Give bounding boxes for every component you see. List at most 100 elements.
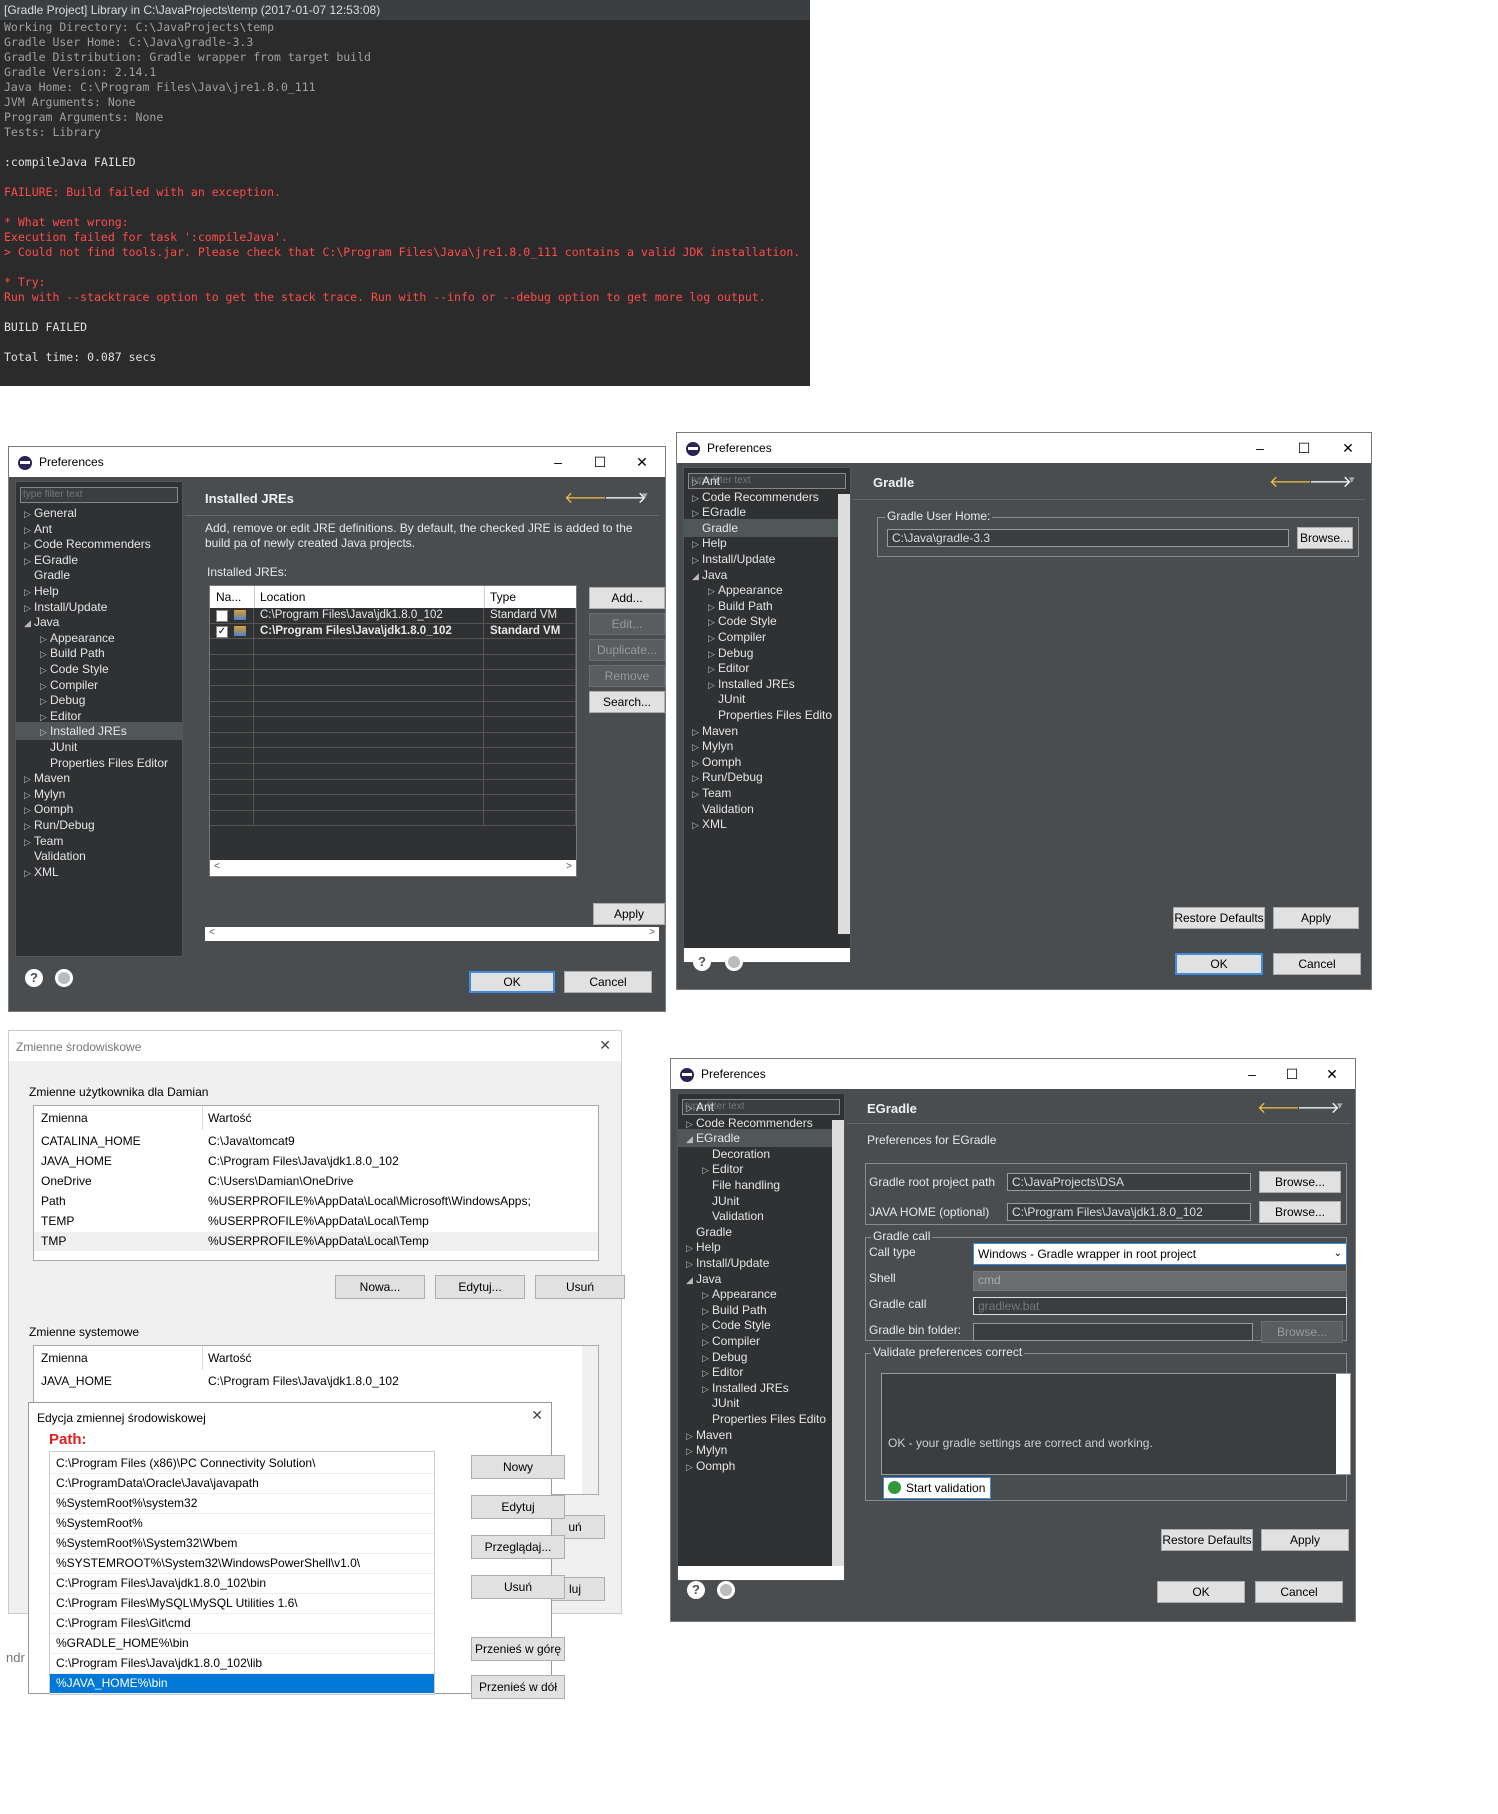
apply-button[interactable]: Apply: [1273, 907, 1359, 929]
horizontal-scrollbar[interactable]: < >: [210, 860, 576, 876]
checkbox[interactable]: [216, 610, 228, 622]
var-row[interactable]: CATALINA_HOME C:\Java\tomcat9: [34, 1132, 598, 1151]
vertical-scrollbar[interactable]: [838, 494, 850, 934]
ok-button[interactable]: OK: [1157, 1581, 1245, 1603]
java-home-browse-button[interactable]: Browse...: [1259, 1201, 1341, 1223]
help-icon[interactable]: ?: [693, 953, 711, 971]
jre-table[interactable]: Na... Location Type C:\Program Files\Jav…: [209, 585, 577, 877]
path-entry[interactable]: %SystemRoot%\system32: [50, 1494, 434, 1514]
user-vars-button-1[interactable]: Edytuj...: [435, 1275, 525, 1299]
jre-duplicate-button[interactable]: Duplicate...: [589, 639, 665, 661]
shell-select[interactable]: cmd: [973, 1271, 1347, 1291]
path-entry[interactable]: C:\Program Files\Java\jdk1.8.0_102\lib: [50, 1654, 434, 1674]
import-export-icon[interactable]: [55, 969, 73, 987]
help-icon[interactable]: ?: [687, 1581, 705, 1599]
column-header-location[interactable]: Location: [260, 590, 305, 604]
restore-defaults-button[interactable]: Restore Defaults: [1173, 907, 1265, 929]
table-row[interactable]: [210, 654, 576, 671]
filter-input[interactable]: type filter text: [20, 487, 178, 503]
table-row[interactable]: [210, 779, 576, 796]
jre-add-button[interactable]: Add...: [589, 587, 665, 609]
path-entry[interactable]: C:\Program Files\Java\jdk1.8.0_102\bin: [50, 1574, 434, 1594]
back-arrow-icon[interactable]: 🡐: [1269, 471, 1312, 492]
bin-folder-input[interactable]: [973, 1323, 1253, 1341]
table-row[interactable]: C:\Program Files\Java\jdk1.8.0_102 Standa…: [210, 608, 576, 624]
preferences-tree[interactable]: type filter text ▷ General ▷ Ant ▷ Code Recom…: [15, 481, 183, 957]
collapsed-arrow-icon[interactable]: ▷: [24, 864, 34, 882]
user-vars-button-2[interactable]: Usuń: [535, 1275, 625, 1299]
preferences-tree[interactable]: type filter text ▷ Ant ▷ Code Recommenders ◢…: [677, 1093, 845, 1581]
view-menu-icon[interactable]: ▾: [1337, 1099, 1343, 1112]
tree-item[interactable]: ▷ Oomph: [678, 1457, 844, 1475]
jre-edit-button[interactable]: Edit...: [589, 613, 665, 635]
path-button-3[interactable]: Usuń: [471, 1575, 565, 1599]
close-icon[interactable]: ✕: [1337, 437, 1359, 459]
var-row[interactable]: TEMP %USERPROFILE%\AppData\Local\Temp: [34, 1212, 598, 1231]
ok-button[interactable]: OK: [1175, 953, 1263, 975]
start-validation-button[interactable]: Start validation: [883, 1477, 991, 1499]
validation-output[interactable]: OK - your gradle settings are correct an…: [881, 1373, 1351, 1475]
forward-arrow-icon[interactable]: 🡒: [1297, 1097, 1340, 1118]
vertical-scrollbar[interactable]: [1336, 1374, 1350, 1474]
root-path-browse-button[interactable]: Browse...: [1259, 1171, 1341, 1193]
jre-remove-button[interactable]: Remove: [589, 665, 665, 687]
column-header-variable[interactable]: Zmienna: [41, 1111, 88, 1125]
apply-button[interactable]: Apply: [593, 903, 665, 925]
path-button-0[interactable]: Nowy: [471, 1455, 565, 1479]
path-entry[interactable]: %GRADLE_HOME%\bin: [50, 1634, 434, 1654]
column-header-value[interactable]: Wartość: [208, 1111, 252, 1125]
var-row[interactable]: JAVA_HOME C:\Program Files\Java\jdk1.8.0_…: [34, 1372, 598, 1391]
column-header-value[interactable]: Wartość: [208, 1351, 252, 1365]
path-button-5[interactable]: Przenieś w dół: [471, 1675, 565, 1699]
path-button-1[interactable]: Edytuj: [471, 1495, 565, 1519]
path-entry[interactable]: %JAVA_HOME%\bin: [50, 1674, 434, 1694]
minimize-icon[interactable]: –: [1241, 1063, 1263, 1085]
cancel-button[interactable]: Cancel: [1255, 1581, 1343, 1603]
browse-button[interactable]: Browse...: [1297, 527, 1353, 549]
path-entries-list[interactable]: C:\Program Files (x86)\PC Connectivity S…: [49, 1451, 435, 1695]
table-row[interactable]: [210, 764, 576, 780]
maximize-icon[interactable]: ☐: [1293, 437, 1315, 459]
table-row[interactable]: [210, 639, 576, 655]
forward-arrow-icon[interactable]: 🡒: [1309, 471, 1352, 492]
cancel-button[interactable]: Cancel: [1273, 953, 1361, 975]
import-export-icon[interactable]: [725, 953, 743, 971]
table-row[interactable]: [210, 717, 576, 733]
minimize-icon[interactable]: –: [1249, 437, 1271, 459]
table-row[interactable]: [210, 795, 576, 811]
table-row[interactable]: [210, 732, 576, 749]
user-vars-list[interactable]: Zmienna Wartość CATALINA_HOME C:\Java\tom…: [33, 1105, 599, 1261]
back-arrow-icon[interactable]: 🡐: [1257, 1097, 1300, 1118]
preferences-tree[interactable]: type filter text ▷ Ant ▷ Code Recommenders ▷…: [683, 467, 851, 963]
table-row[interactable]: [210, 670, 576, 686]
var-row[interactable]: TMP %USERPROFILE%\AppData\Local\Temp: [34, 1232, 598, 1251]
path-entry[interactable]: %SYSTEMROOT%\System32\WindowsPowerShell\…: [50, 1554, 434, 1574]
path-button-4[interactable]: Przenieś w górę: [471, 1637, 565, 1661]
vertical-scrollbar[interactable]: [832, 1120, 844, 1566]
page-scrollbar[interactable]: < >: [205, 927, 659, 941]
var-row[interactable]: Path %USERPROFILE%\AppData\Local\Microsof…: [34, 1192, 598, 1211]
table-row[interactable]: [210, 748, 576, 764]
close-icon[interactable]: ✕: [631, 451, 653, 473]
column-header-type[interactable]: Type: [490, 590, 516, 604]
call-type-select[interactable]: Windows - Gradle wrapper in root project…: [973, 1243, 1347, 1265]
minimize-icon[interactable]: –: [547, 451, 569, 473]
apply-button[interactable]: Apply: [1261, 1529, 1349, 1551]
path-entry[interactable]: C:\Program Files (x86)\PC Connectivity S…: [50, 1454, 434, 1474]
maximize-icon[interactable]: ☐: [1281, 1063, 1303, 1085]
gradle-user-home-input[interactable]: C:\Java\gradle-3.3: [887, 529, 1289, 547]
table-row[interactable]: [210, 810, 576, 827]
path-entry[interactable]: C:\Program Files\Git\cmd: [50, 1614, 434, 1634]
help-icon[interactable]: ?: [25, 969, 43, 987]
checkbox[interactable]: ✓: [216, 625, 228, 638]
collapsed-arrow-icon[interactable]: ▷: [692, 816, 702, 834]
column-header-name[interactable]: Na...: [216, 590, 241, 604]
close-icon[interactable]: ✕: [599, 1037, 611, 1054]
tree-item[interactable]: ▷ XML: [16, 863, 182, 881]
jre-search-button[interactable]: Search...: [589, 691, 665, 713]
var-row[interactable]: OneDrive C:\Users\Damian\OneDrive: [34, 1172, 598, 1191]
path-button-2[interactable]: Przeglądaj...: [471, 1535, 565, 1559]
ok-button[interactable]: OK: [469, 971, 555, 993]
collapsed-arrow-icon[interactable]: ▷: [686, 1458, 696, 1476]
java-home-input[interactable]: C:\Program Files\Java\jdk1.8.0_102: [1007, 1203, 1251, 1221]
